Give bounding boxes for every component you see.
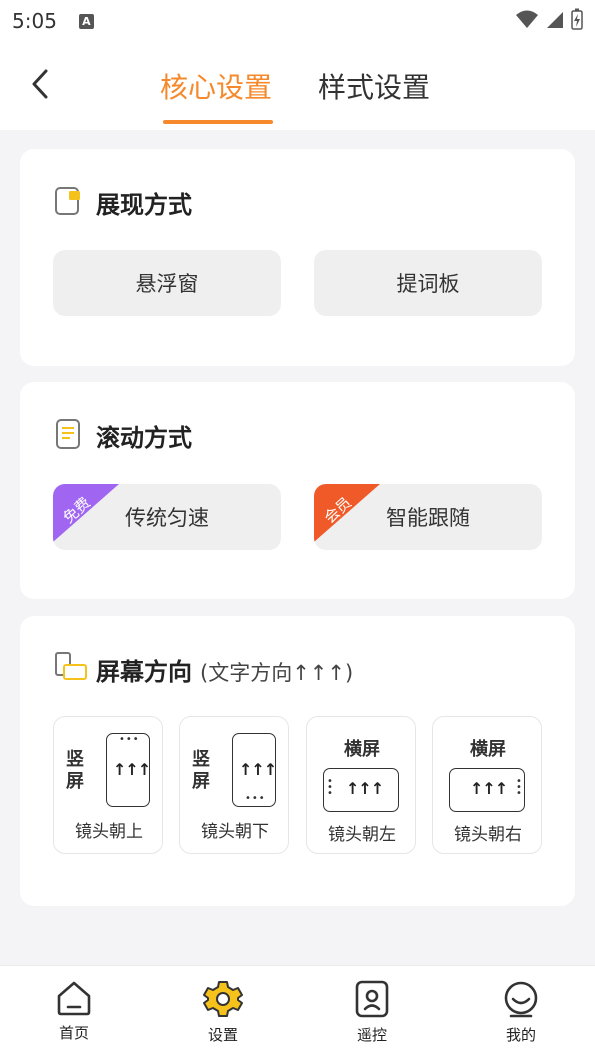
text-direction-arrows: ↑↑↑: [239, 760, 277, 779]
nav-item-mine[interactable]: 我的: [481, 980, 561, 1045]
camera-dots-icon: •••: [245, 793, 266, 804]
option-label: 提词板: [396, 272, 460, 296]
orientation-title-text: 屏幕方向: [96, 658, 192, 686]
notification-icon: A: [78, 13, 94, 29]
orientation-title: 屏幕方向 (文字方向↑↑↑): [96, 652, 353, 687]
remote-icon: [355, 980, 389, 1018]
bottom-navigation: 首页 设置 遥控 我的: [0, 965, 595, 1057]
orientation-type-label: 横屏: [470, 739, 506, 760]
orientation-caption: 镜头朝上: [75, 822, 143, 842]
nav-label: 设置: [207, 1026, 238, 1044]
status-indicators: [515, 8, 583, 30]
nav-label: 遥控: [356, 1026, 387, 1044]
orientation-portrait-camera-up[interactable]: 竖屏 ••• ↑↑↑ 镜头朝上: [53, 716, 163, 854]
status-time: 5:05: [12, 9, 57, 33]
display-mode-icon: [55, 187, 80, 215]
orientation-type-label: 横屏: [344, 739, 380, 760]
nav-label: 我的: [505, 1026, 536, 1044]
nav-label: 首页: [58, 1024, 89, 1042]
home-icon: [57, 981, 91, 1016]
tab-style-settings[interactable]: 样式设置: [318, 66, 430, 106]
text-direction-arrows: ↑↑↑: [470, 779, 508, 798]
camera-dots-icon: •••: [119, 734, 140, 745]
tab-core-settings[interactable]: 核心设置: [160, 66, 272, 106]
wifi-icon: [516, 10, 538, 28]
option-label: 智能跟随: [386, 506, 470, 530]
phone-portrait-icon: ••• ↑↑↑: [106, 733, 151, 807]
option-smart-follow[interactable]: 会员 智能跟随: [314, 484, 542, 550]
display-mode-card: 展现方式 悬浮窗 提词板: [20, 149, 575, 366]
orientation-landscape-camera-left[interactable]: 横屏 • • • ↑↑↑ 镜头朝左: [306, 716, 416, 854]
camera-dots-icon: •••: [327, 776, 333, 799]
phone-landscape-icon: ↑↑↑ • • •: [449, 768, 525, 812]
orientation-subtitle: (文字方向↑↑↑): [200, 661, 354, 685]
orientation-caption: 镜头朝右: [454, 825, 522, 845]
active-tab-indicator: [163, 120, 273, 124]
nav-item-home[interactable]: 首页: [34, 980, 114, 1043]
phone-portrait-icon: ↑↑↑ •••: [232, 733, 277, 807]
member-badge: 会员: [314, 484, 380, 542]
free-badge: 免费: [53, 484, 119, 542]
phone-landscape-icon: • • • ↑↑↑: [323, 768, 399, 812]
orientation-landscape-camera-right[interactable]: 横屏 ↑↑↑ • • • 镜头朝右: [432, 716, 542, 854]
orientation-card: 屏幕方向 (文字方向↑↑↑) 竖屏 ••• ↑↑↑ 镜头朝上 竖屏 ↑↑↑ •••…: [20, 616, 575, 906]
scroll-mode-title: 滚动方式: [96, 424, 192, 452]
orientation-type-label: 竖屏: [66, 749, 84, 792]
orientation-type-label: 竖屏: [192, 749, 210, 792]
back-button[interactable]: [22, 64, 58, 104]
option-uniform-speed[interactable]: 免费 传统匀速: [53, 484, 281, 550]
cellular-icon: [547, 12, 563, 28]
option-floating-window[interactable]: 悬浮窗: [53, 250, 281, 316]
battery-icon: [571, 8, 583, 30]
camera-dots-icon: •••: [516, 776, 522, 799]
option-teleprompter-board[interactable]: 提词板: [314, 250, 542, 316]
scroll-mode-icon: [56, 419, 80, 449]
header: 核心设置 样式设置: [0, 42, 595, 130]
scroll-mode-card: 滚动方式 免费 传统匀速 会员 智能跟随: [20, 382, 575, 599]
status-bar: 5:05 A: [0, 0, 595, 42]
orientation-caption: 镜头朝下: [201, 822, 269, 842]
nav-item-remote[interactable]: 遥控: [332, 980, 412, 1045]
text-direction-arrows: ↑↑↑: [113, 760, 151, 779]
gear-icon: [203, 981, 243, 1017]
option-label: 悬浮窗: [135, 272, 199, 296]
orientation-portrait-camera-down[interactable]: 竖屏 ↑↑↑ ••• 镜头朝下: [179, 716, 289, 854]
option-label: 传统匀速: [125, 506, 209, 530]
text-direction-arrows: ↑↑↑: [346, 779, 384, 798]
orientation-icon: [55, 652, 87, 680]
orientation-caption: 镜头朝左: [328, 825, 396, 845]
display-mode-title: 展现方式: [96, 191, 192, 219]
profile-icon: [504, 981, 538, 1018]
chevron-left-icon: [32, 69, 48, 99]
nav-item-settings[interactable]: 设置: [183, 980, 263, 1045]
